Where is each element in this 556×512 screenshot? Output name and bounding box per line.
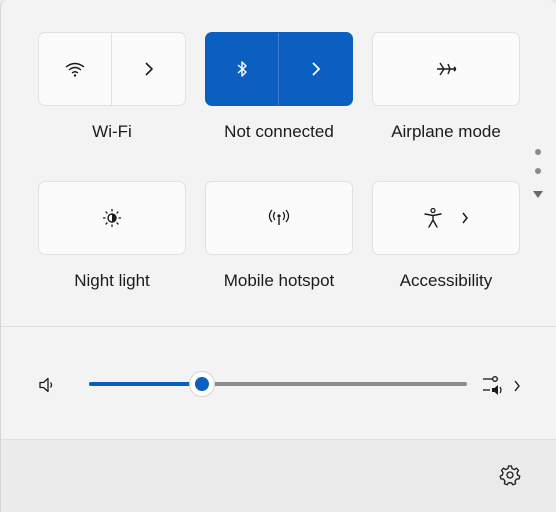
chevron-right-icon <box>311 61 321 77</box>
bluetooth-label: Not connected <box>224 122 334 141</box>
mobile-hotspot-tile[interactable] <box>206 182 352 254</box>
bluetooth-icon <box>235 59 249 79</box>
hotspot-icon <box>267 208 291 228</box>
accessibility-tile[interactable] <box>373 182 519 254</box>
chevron-right-icon <box>513 379 521 393</box>
volume-slider-fill <box>89 382 203 386</box>
bluetooth-tile[interactable] <box>206 33 352 105</box>
wifi-expand-button[interactable] <box>112 33 185 105</box>
wifi-label: Wi-Fi <box>92 122 132 141</box>
chevron-right-icon <box>461 211 469 225</box>
section-divider <box>1 326 556 327</box>
night-light-label: Night light <box>74 271 150 290</box>
page-dot[interactable] <box>535 168 541 174</box>
wifi-toggle-button[interactable] <box>39 33 112 105</box>
accessibility-label: Accessibility <box>399 271 493 290</box>
audio-output-icon <box>482 374 506 398</box>
page-dot[interactable] <box>535 149 541 155</box>
bluetooth-expand-button[interactable] <box>279 33 352 105</box>
airplane-mode-tile[interactable] <box>373 33 519 105</box>
chevron-right-icon <box>144 61 154 77</box>
wifi-icon <box>64 61 86 77</box>
wifi-tile[interactable] <box>39 33 185 105</box>
audio-output-button[interactable] <box>480 372 528 400</box>
volume-slider-thumb[interactable] <box>190 372 215 396</box>
quick-settings-panel: Wi-Fi Not connected Airplane mode Night … <box>0 0 556 512</box>
volume-slider[interactable] <box>89 372 467 396</box>
night-light-tile[interactable] <box>39 182 185 254</box>
mobile-hotspot-label: Mobile hotspot <box>223 271 335 290</box>
footer-bar <box>1 440 556 512</box>
airplane-icon <box>434 59 458 79</box>
speaker-icon[interactable] <box>38 376 56 394</box>
page-indicator[interactable] <box>531 146 545 206</box>
airplane-mode-label: Airplane mode <box>391 122 501 141</box>
gear-icon[interactable] <box>499 464 521 486</box>
bluetooth-toggle-button[interactable] <box>206 33 279 105</box>
next-page-arrow-icon[interactable] <box>532 190 544 200</box>
accessibility-icon <box>423 207 443 229</box>
brightness-icon <box>102 208 122 228</box>
